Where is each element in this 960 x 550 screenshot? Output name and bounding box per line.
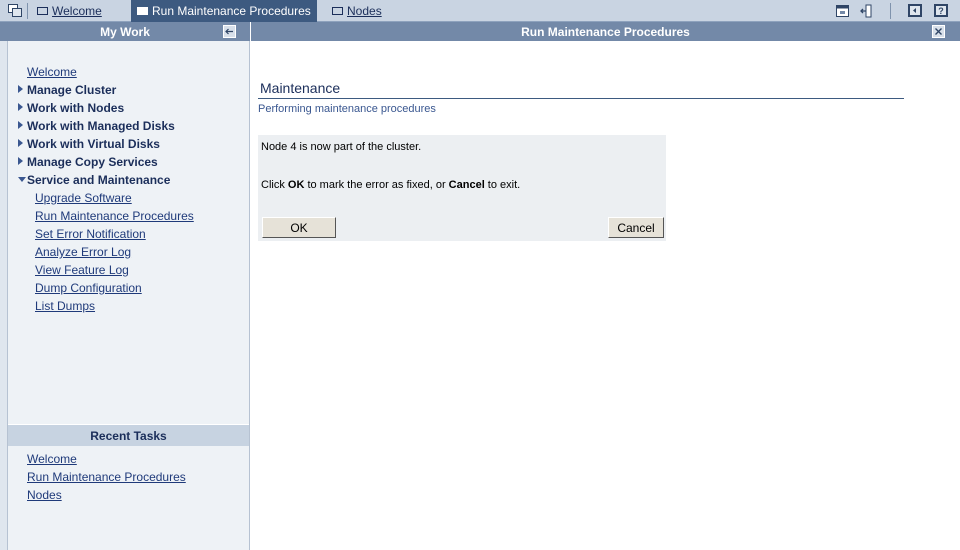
nav-analyze-error-log[interactable]: Analyze Error Log bbox=[35, 245, 131, 260]
tab-run-maintenance-procedures[interactable]: Run Maintenance Procedures bbox=[131, 0, 317, 22]
nav-group-work-with-managed-disks[interactable]: Work with Managed Disks bbox=[18, 119, 175, 134]
toolbar-separator bbox=[27, 3, 28, 19]
recent-tasks-header: Recent Tasks bbox=[8, 425, 249, 446]
expand-arrow-icon[interactable] bbox=[18, 139, 23, 147]
nav-group-work-with-nodes[interactable]: Work with Nodes bbox=[18, 101, 124, 116]
svg-text:?: ? bbox=[938, 6, 944, 16]
ok-button[interactable]: OK bbox=[262, 217, 336, 238]
recent-task-item[interactable]: Nodes bbox=[27, 488, 62, 503]
instruction-middle: to mark the error as fixed, or bbox=[304, 179, 449, 191]
nav-group-work-with-virtual-disks[interactable]: Work with Virtual Disks bbox=[18, 137, 160, 152]
nav-view-feature-log[interactable]: View Feature Log bbox=[35, 263, 129, 278]
status-message: Node 4 is now part of the cluster. bbox=[261, 141, 422, 153]
expand-arrow-icon[interactable] bbox=[18, 85, 23, 93]
nav-dump-configuration[interactable]: Dump Configuration bbox=[35, 281, 142, 296]
tab-window-icon bbox=[332, 7, 343, 15]
panel-toggle-icon[interactable] bbox=[906, 2, 924, 19]
my-work-title: My Work bbox=[100, 24, 150, 39]
page-title: Maintenance bbox=[260, 80, 341, 96]
recent-task-item[interactable]: Welcome bbox=[27, 452, 77, 467]
nav-group-manage-cluster[interactable]: Manage Cluster bbox=[18, 83, 116, 98]
main-panel-title: Run Maintenance Procedures bbox=[521, 24, 690, 39]
tab-window-icon bbox=[137, 7, 148, 15]
tab-label: Welcome bbox=[52, 4, 102, 18]
calendar-icon[interactable] bbox=[833, 2, 851, 19]
nav-upgrade-software[interactable]: Upgrade Software bbox=[35, 191, 132, 206]
tab-label: Nodes bbox=[347, 4, 382, 18]
close-icon[interactable] bbox=[932, 25, 945, 38]
tab-window-icon bbox=[37, 7, 48, 15]
nav-run-maintenance-procedures[interactable]: Run Maintenance Procedures bbox=[35, 209, 194, 224]
nav-set-error-notification[interactable]: Set Error Notification bbox=[35, 227, 146, 242]
left-edge-bar bbox=[0, 41, 8, 550]
recent-tasks-title: Recent Tasks bbox=[90, 428, 167, 443]
tab-label: Run Maintenance Procedures bbox=[152, 4, 311, 18]
instruction-text: Click OK to mark the error as fixed, or … bbox=[261, 179, 520, 191]
title-divider bbox=[258, 98, 904, 99]
confirmation-panel: Node 4 is now part of the cluster. Click… bbox=[258, 135, 666, 241]
collapse-left-icon[interactable] bbox=[223, 25, 236, 38]
expand-arrow-icon[interactable] bbox=[18, 121, 23, 129]
expand-arrow-icon[interactable] bbox=[18, 157, 23, 165]
main-panel-header: Run Maintenance Procedures bbox=[251, 22, 960, 41]
nav-welcome[interactable]: Welcome bbox=[27, 65, 77, 80]
recent-task-item[interactable]: Run Maintenance Procedures bbox=[27, 470, 186, 485]
logout-icon[interactable] bbox=[858, 2, 876, 19]
my-work-header: My Work bbox=[0, 22, 250, 41]
help-icon[interactable]: ? bbox=[932, 2, 950, 19]
toolbar-separator bbox=[890, 3, 891, 19]
cancel-button[interactable]: Cancel bbox=[608, 217, 664, 238]
instruction-ok: OK bbox=[287, 179, 305, 191]
collapse-arrow-icon[interactable] bbox=[18, 177, 26, 182]
windows-icon[interactable] bbox=[6, 2, 24, 19]
instruction-cancel: Cancel bbox=[448, 179, 485, 191]
my-work-panel: Welcome Manage Cluster Work with Nodes W… bbox=[8, 41, 249, 424]
top-tab-bar: Welcome Run Maintenance Procedures Nodes bbox=[0, 0, 960, 22]
instruction-prefix: Click bbox=[261, 179, 288, 191]
instruction-suffix: to exit. bbox=[484, 179, 521, 191]
page-subtitle: Performing maintenance procedures bbox=[258, 103, 436, 115]
nav-group-manage-copy-services[interactable]: Manage Copy Services bbox=[18, 155, 158, 170]
expand-arrow-icon[interactable] bbox=[18, 103, 23, 111]
nav-group-service-and-maintenance[interactable]: Service and Maintenance bbox=[18, 173, 170, 188]
recent-tasks-panel: Welcome Run Maintenance Procedures Nodes bbox=[8, 446, 249, 550]
nav-list-dumps[interactable]: List Dumps bbox=[35, 299, 95, 314]
tab-nodes[interactable]: Nodes bbox=[326, 0, 388, 22]
tab-welcome[interactable]: Welcome bbox=[31, 0, 108, 22]
